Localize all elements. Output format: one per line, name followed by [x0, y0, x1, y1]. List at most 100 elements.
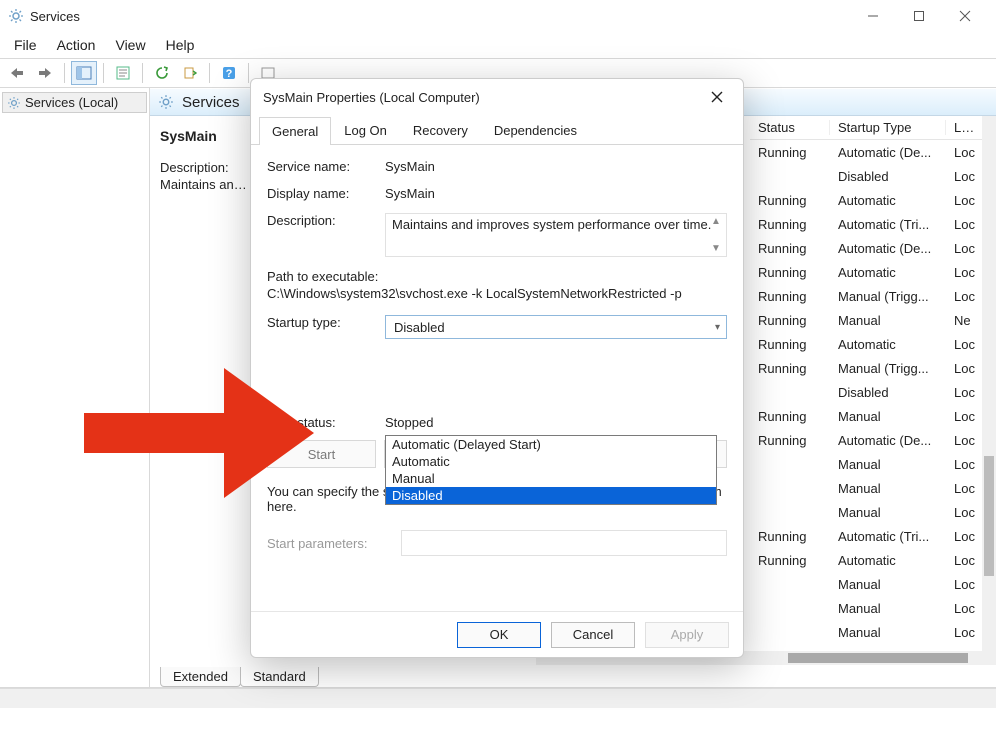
minimize-button[interactable]	[850, 2, 896, 30]
cell-status: Running	[750, 553, 830, 568]
description-box[interactable]: Maintains and improves system performanc…	[385, 213, 727, 257]
scroll-down-icon[interactable]: ▼	[708, 243, 724, 254]
vertical-scrollbar[interactable]	[982, 116, 996, 665]
gear-icon	[158, 94, 174, 110]
table-row[interactable]: RunningAutomatic (De...Loc	[750, 140, 996, 164]
path-value: C:\Windows\system32\svchost.exe -k Local…	[267, 286, 727, 301]
cell-logon: Loc	[946, 169, 986, 184]
table-row[interactable]: DisabledLoc	[750, 164, 996, 188]
cell-logon: Loc	[946, 457, 986, 472]
table-row[interactable]: RunningAutomatic (De...Loc	[750, 428, 996, 452]
cell-startup: Manual	[830, 625, 946, 640]
table-row[interactable]: RunningManualLoc	[750, 404, 996, 428]
table-row[interactable]: DisabledLoc	[750, 380, 996, 404]
export-button[interactable]	[177, 61, 203, 85]
cell-status: Running	[750, 361, 830, 376]
cell-logon: Loc	[946, 577, 986, 592]
cell-status: Running	[750, 145, 830, 160]
table-row[interactable]: RunningManualNe	[750, 308, 996, 332]
table-row[interactable]: RunningAutomatic (Tri...Loc	[750, 212, 996, 236]
cell-logon: Loc	[946, 241, 986, 256]
menu-help[interactable]: Help	[156, 37, 205, 53]
menu-action[interactable]: Action	[47, 37, 106, 53]
cell-status: Running	[750, 313, 830, 328]
col-logon[interactable]: Lo…	[946, 120, 986, 135]
bottom-tabs: Extended Standard	[150, 665, 996, 687]
dropdown-option-automatic[interactable]: Automatic	[386, 453, 716, 470]
start-parameters-input[interactable]	[401, 530, 727, 556]
dialog-tabs: General Log On Recovery Dependencies	[251, 115, 743, 145]
startup-type-select[interactable]: Disabled ▾	[385, 315, 727, 339]
table-row[interactable]: ManualLoc	[750, 572, 996, 596]
menubar: File Action View Help	[0, 32, 996, 58]
tab-dependencies[interactable]: Dependencies	[481, 116, 590, 144]
help-button[interactable]: ?	[216, 61, 242, 85]
col-startup[interactable]: Startup Type	[830, 120, 946, 135]
tree-item-services-local[interactable]: Services (Local)	[2, 92, 147, 113]
cell-status: Running	[750, 289, 830, 304]
table-row[interactable]: RunningAutomatic (Tri...Loc	[750, 524, 996, 548]
back-button[interactable]	[4, 61, 30, 85]
cancel-button[interactable]: Cancel	[551, 622, 635, 648]
properties-button[interactable]	[110, 61, 136, 85]
table-row[interactable]: ManualLoc	[750, 500, 996, 524]
cell-logon: Loc	[946, 601, 986, 616]
menu-view[interactable]: View	[105, 37, 155, 53]
cell-startup: Manual (Trigg...	[830, 289, 946, 304]
close-button[interactable]	[942, 2, 988, 30]
description-field-label: Description:	[267, 213, 385, 228]
table-row[interactable]: RunningAutomatic (De...Loc	[750, 236, 996, 260]
dialog-close-button[interactable]	[703, 83, 731, 111]
cell-startup: Automatic	[830, 265, 946, 280]
refresh-button[interactable]	[149, 61, 175, 85]
cell-logon: Loc	[946, 337, 986, 352]
ok-button[interactable]: OK	[457, 622, 541, 648]
table-row[interactable]: RunningManual (Trigg...Loc	[750, 284, 996, 308]
path-label: Path to executable:	[267, 269, 727, 284]
svg-text:?: ?	[226, 68, 233, 80]
table-row[interactable]: RunningAutomaticLoc	[750, 260, 996, 284]
startup-type-label: Startup type:	[267, 315, 385, 330]
start-parameters-label: Start parameters:	[267, 536, 393, 551]
table-row[interactable]: RunningAutomaticLoc	[750, 188, 996, 212]
apply-button[interactable]: Apply	[645, 622, 729, 648]
cell-startup: Manual	[830, 313, 946, 328]
service-status-value: Stopped	[385, 415, 433, 430]
app-icon	[8, 8, 24, 24]
tab-recovery[interactable]: Recovery	[400, 116, 481, 144]
show-hide-tree-button[interactable]	[71, 61, 97, 85]
tab-logon[interactable]: Log On	[331, 116, 400, 144]
window-titlebar: Services	[0, 0, 996, 32]
table-row[interactable]: ManualLoc	[750, 452, 996, 476]
dialog-footer: OK Cancel Apply	[251, 611, 743, 657]
start-button[interactable]: Start	[267, 440, 376, 468]
cell-logon: Loc	[946, 433, 986, 448]
maximize-button[interactable]	[896, 2, 942, 30]
col-status[interactable]: Status	[750, 120, 830, 135]
dropdown-option-manual[interactable]: Manual	[386, 470, 716, 487]
table-row[interactable]: RunningManual (Trigg...Loc	[750, 356, 996, 380]
cell-logon: Loc	[946, 481, 986, 496]
cell-status: Running	[750, 217, 830, 232]
dropdown-option-disabled[interactable]: Disabled	[386, 487, 716, 504]
scroll-up-icon[interactable]: ▲	[708, 216, 724, 227]
cell-startup: Automatic (De...	[830, 241, 946, 256]
dropdown-option-auto-delayed[interactable]: Automatic (Delayed Start)	[386, 436, 716, 453]
dialog-titlebar: SysMain Properties (Local Computer)	[251, 79, 743, 115]
forward-button[interactable]	[32, 61, 58, 85]
tab-extended[interactable]: Extended	[160, 667, 241, 687]
cell-logon: Loc	[946, 217, 986, 232]
table-row[interactable]: ManualLoc	[750, 620, 996, 644]
cell-logon: Loc	[946, 361, 986, 376]
table-row[interactable]: ManualLoc	[750, 476, 996, 500]
tab-standard[interactable]: Standard	[240, 667, 319, 687]
properties-dialog: SysMain Properties (Local Computer) Gene…	[250, 78, 744, 658]
table-row[interactable]: RunningAutomaticLoc	[750, 548, 996, 572]
table-row[interactable]: RunningAutomaticLoc	[750, 332, 996, 356]
cell-status: Running	[750, 409, 830, 424]
menu-file[interactable]: File	[4, 37, 47, 53]
tab-general[interactable]: General	[259, 117, 331, 145]
cell-startup: Automatic	[830, 337, 946, 352]
table-row[interactable]: ManualLoc	[750, 596, 996, 620]
tree-item-label: Services (Local)	[25, 95, 118, 110]
